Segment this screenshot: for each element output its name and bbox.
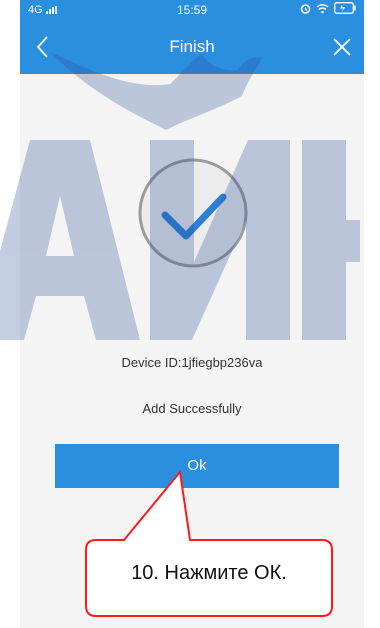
battery-icon [334, 2, 356, 17]
close-icon [333, 38, 351, 56]
device-id: Device ID:1jfiegbp236va [121, 355, 263, 370]
checkmark-circle-icon [138, 158, 248, 268]
wifi-icon [316, 3, 329, 17]
status-icons [300, 2, 356, 17]
alarm-icon [300, 3, 311, 17]
status-message: Add Successfully [142, 401, 242, 416]
close-button[interactable] [328, 33, 356, 61]
page-title: Finish [169, 37, 215, 56]
instruction-text: 10. Нажмите ОК. [131, 562, 287, 584]
app-screen: 4G 15:59 Finish Device ID:1jfiegbp236va … [20, 0, 364, 628]
success-indicator [137, 157, 249, 269]
ok-button[interactable]: Ok [55, 444, 339, 488]
navigation-bar: Finish [20, 20, 364, 74]
status-bar: 4G 15:59 [20, 0, 364, 20]
